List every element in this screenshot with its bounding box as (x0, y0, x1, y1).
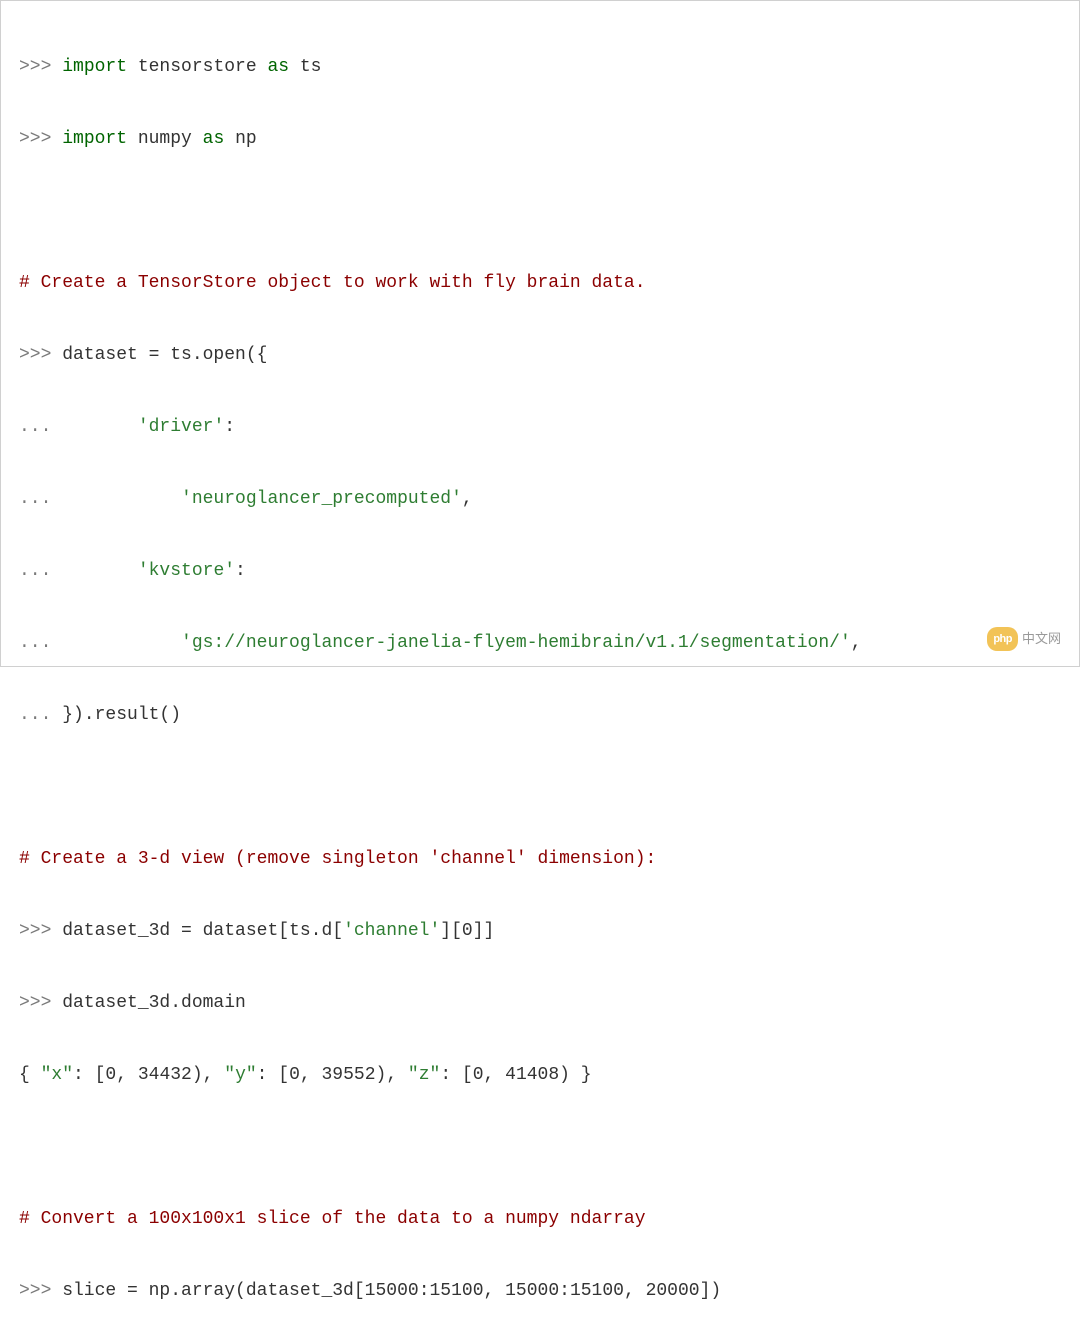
output-line: { "x": [0, 34432), "y": [0, 39552), "z":… (19, 1057, 1061, 1093)
code-text: dataset_3d = dataset[ts.d[ (51, 921, 343, 941)
indent (51, 561, 137, 581)
code-line: ... 'kvstore': (19, 553, 1061, 589)
blank-line (19, 193, 1061, 229)
code-line: >>> slice = np.array(dataset_3d[15000:15… (19, 1273, 1061, 1309)
module-name: tensorstore (127, 57, 267, 77)
colon: : (235, 561, 246, 581)
watermark: php 中文网 (987, 626, 1061, 652)
number: 41408 (505, 1065, 559, 1085)
comma: , (462, 489, 473, 509)
prompt-primary: >>> (19, 1281, 51, 1301)
number: 0 (105, 1065, 116, 1085)
comma: , (300, 1065, 322, 1085)
code-text: ]) (700, 1281, 722, 1301)
indent (51, 489, 181, 509)
string-literal: 'driver' (138, 417, 224, 437)
number: 20000 (646, 1281, 700, 1301)
number: 15100 (430, 1281, 484, 1301)
comma: , (624, 1281, 646, 1301)
string-literal: "x" (41, 1065, 73, 1085)
watermark-badge: php (987, 627, 1018, 651)
code-line: >>> dataset_3d = dataset[ts.d['channel']… (19, 913, 1061, 949)
string-literal: 'channel' (343, 921, 440, 941)
string-literal: 'kvstore' (138, 561, 235, 581)
code-line: >>> dataset_3d.domain (19, 985, 1061, 1021)
alias: np (224, 129, 256, 149)
string-literal: "y" (224, 1065, 256, 1085)
string-literal: 'gs://neuroglancer-janelia-flyem-hemibra… (181, 633, 851, 653)
indent (51, 633, 181, 653)
string-literal: 'neuroglancer_precomputed' (181, 489, 462, 509)
comma: , (116, 1065, 138, 1085)
number: 0 (462, 921, 473, 941)
code-text: : [ (257, 1065, 289, 1085)
code-text: ) } (559, 1065, 591, 1085)
keyword-import: import (62, 57, 127, 77)
space (51, 129, 62, 149)
colon: : (559, 1281, 570, 1301)
blank-line (19, 769, 1061, 805)
number: 39552 (322, 1065, 376, 1085)
code-text: ), (376, 1065, 408, 1085)
code-line: >>> import numpy as np (19, 121, 1061, 157)
prompt-primary: >>> (19, 57, 51, 77)
code-text: ][ (440, 921, 462, 941)
comment-line: # Create a 3-d view (remove singleton 'c… (19, 841, 1061, 877)
prompt-primary: >>> (19, 345, 51, 365)
code-block: >>> import tensorstore as ts >>> import … (19, 13, 1061, 1334)
comma: , (484, 1065, 506, 1085)
prompt-primary: >>> (19, 129, 51, 149)
colon: : (419, 1281, 430, 1301)
code-line: ... }).result() (19, 697, 1061, 733)
prompt-primary: >>> (19, 993, 51, 1013)
number: 15000 (365, 1281, 419, 1301)
prompt-continuation: ... (19, 417, 51, 437)
code-line: >>> dataset = ts.open({ (19, 337, 1061, 373)
watermark-text: 中文网 (1022, 626, 1061, 652)
number: 15000 (505, 1281, 559, 1301)
comma: , (484, 1281, 506, 1301)
code-text: : [ (440, 1065, 472, 1085)
string-literal: "z" (408, 1065, 440, 1085)
comma: , (851, 633, 862, 653)
comment-line: # Create a TensorStore object to work wi… (19, 265, 1061, 301)
code-text: ), (192, 1065, 224, 1085)
prompt-continuation: ... (19, 705, 51, 725)
code-text: dataset = ts.open({ (51, 345, 267, 365)
number: 0 (473, 1065, 484, 1085)
keyword-as: as (267, 57, 289, 77)
brace: { (19, 1065, 41, 1085)
blank-line (19, 1129, 1061, 1165)
code-line: ... 'neuroglancer_precomputed', (19, 481, 1061, 517)
prompt-continuation: ... (19, 561, 51, 581)
prompt-continuation: ... (19, 633, 51, 653)
prompt-primary: >>> (19, 921, 51, 941)
module-name: numpy (127, 129, 203, 149)
code-text: dataset_3d.domain (51, 993, 245, 1013)
colon: : (224, 417, 235, 437)
indent (51, 417, 137, 437)
code-line: ... 'driver': (19, 409, 1061, 445)
number: 34432 (138, 1065, 192, 1085)
code-text: }).result() (51, 705, 181, 725)
code-line: ... 'gs://neuroglancer-janelia-flyem-hem… (19, 625, 1061, 661)
number: 0 (289, 1065, 300, 1085)
code-line: >>> import tensorstore as ts (19, 49, 1061, 85)
code-text: slice = np.array(dataset_3d[ (51, 1281, 364, 1301)
space (51, 57, 62, 77)
prompt-continuation: ... (19, 489, 51, 509)
keyword-import: import (62, 129, 127, 149)
code-text: ]] (473, 921, 495, 941)
alias: ts (289, 57, 321, 77)
keyword-as: as (203, 129, 225, 149)
number: 15100 (570, 1281, 624, 1301)
code-text: : [ (73, 1065, 105, 1085)
comment-line: # Convert a 100x100x1 slice of the data … (19, 1201, 1061, 1237)
